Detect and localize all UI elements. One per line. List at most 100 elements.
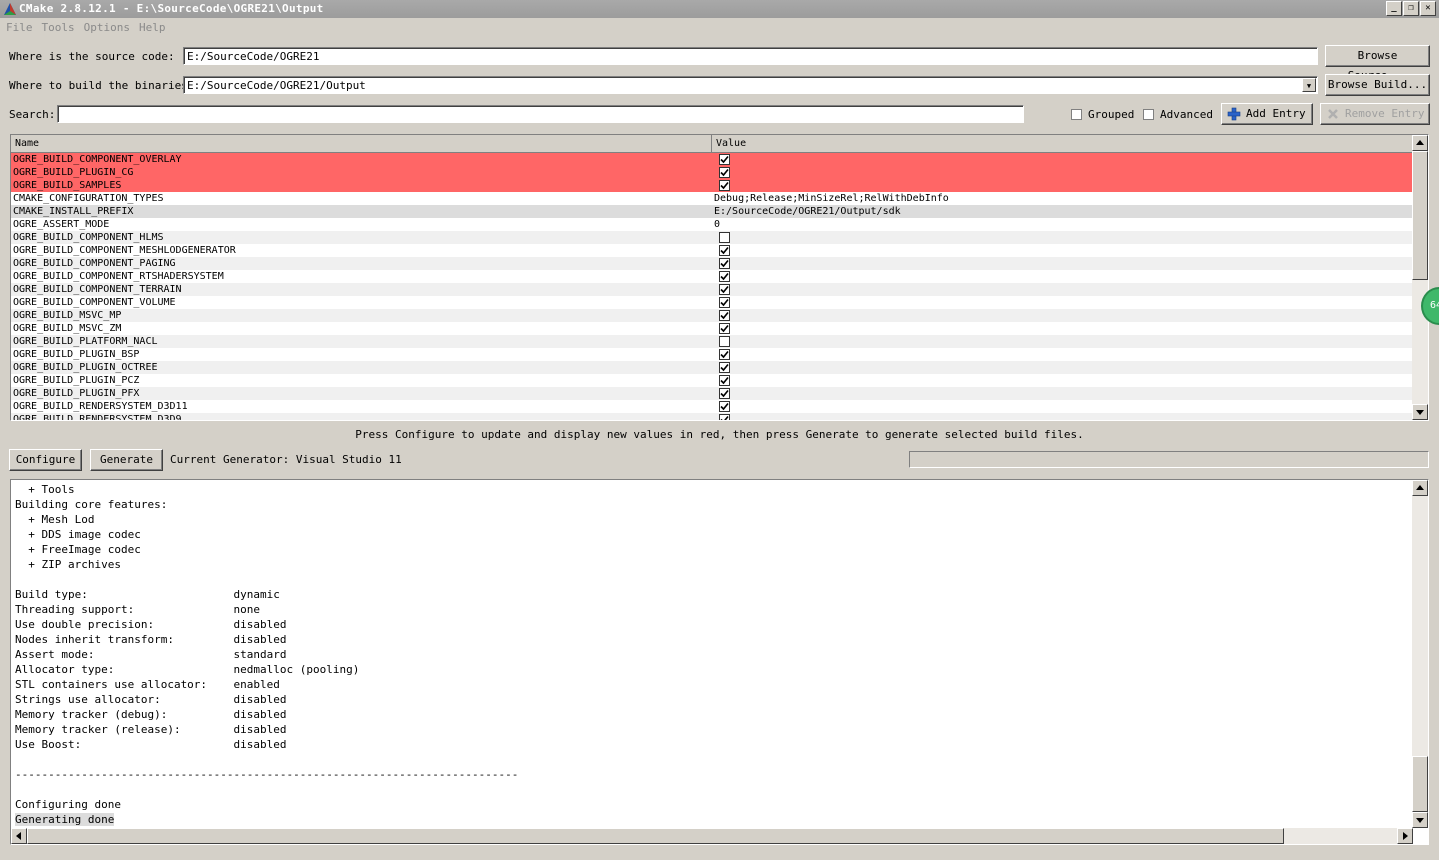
menu-file[interactable]: File bbox=[3, 19, 36, 36]
output-scroll-down-arrow-icon[interactable] bbox=[1412, 812, 1428, 828]
table-row[interactable]: OGRE_BUILD_RENDERSYSTEM_D3D9 bbox=[11, 413, 1413, 421]
output-line-text: Strings use allocator: disabled bbox=[15, 693, 287, 706]
menu-bar: File Tools Options Help bbox=[0, 19, 1439, 36]
output-log[interactable]: + Tools Building core features: + Mesh Lo… bbox=[10, 479, 1429, 845]
browse-source-button[interactable]: Browse Source... bbox=[1325, 45, 1430, 82]
table-row[interactable]: OGRE_BUILD_PLATFORM_NACL bbox=[11, 335, 1413, 348]
close-button[interactable]: ✕ bbox=[1420, 1, 1436, 16]
table-row[interactable]: OGRE_BUILD_RENDERSYSTEM_D3D11 bbox=[11, 400, 1413, 413]
scroll-up-arrow-icon[interactable] bbox=[1412, 135, 1428, 151]
unchecked-checkbox[interactable] bbox=[719, 232, 730, 243]
entry-name: OGRE_BUILD_COMPONENT_HLMS bbox=[13, 232, 164, 243]
checked-checkbox[interactable] bbox=[719, 375, 730, 386]
table-header: Name Value bbox=[11, 135, 1413, 153]
checked-checkbox[interactable] bbox=[719, 180, 730, 191]
output-line: + Tools bbox=[15, 482, 518, 497]
output-line: + FreeImage codec bbox=[15, 542, 518, 557]
table-row[interactable]: OGRE_BUILD_PLUGIN_BSP bbox=[11, 348, 1413, 361]
advanced-checkbox[interactable] bbox=[1143, 109, 1154, 120]
output-scroll-up-arrow-icon[interactable] bbox=[1412, 480, 1428, 496]
table-row[interactable]: OGRE_BUILD_COMPONENT_MESHLODGENERATOR bbox=[11, 244, 1413, 257]
output-line-text: Configuring done bbox=[15, 798, 121, 811]
menu-help[interactable]: Help bbox=[136, 19, 169, 36]
column-header-value[interactable]: Value bbox=[712, 135, 1413, 152]
table-row[interactable]: OGRE_BUILD_COMPONENT_PAGING bbox=[11, 257, 1413, 270]
table-body: OGRE_BUILD_COMPONENT_OVERLAY OGRE_BUILD_P… bbox=[11, 153, 1413, 421]
entry-name: OGRE_BUILD_PLUGIN_CG bbox=[13, 167, 134, 178]
checked-checkbox[interactable] bbox=[719, 388, 730, 399]
minimize-button[interactable]: _ bbox=[1386, 1, 1402, 16]
add-entry-button[interactable]: Add Entry bbox=[1221, 103, 1313, 125]
scroll-right-arrow-icon[interactable] bbox=[1397, 828, 1413, 844]
output-scroll-thumb[interactable] bbox=[1412, 756, 1428, 812]
menu-tools[interactable]: Tools bbox=[39, 19, 78, 36]
chevron-down-icon[interactable]: ▼ bbox=[1302, 78, 1316, 92]
checked-checkbox[interactable] bbox=[719, 310, 730, 321]
output-vertical-scrollbar[interactable] bbox=[1412, 480, 1428, 828]
remove-entry-button[interactable]: Remove Entry bbox=[1320, 103, 1430, 125]
unchecked-checkbox[interactable] bbox=[719, 336, 730, 347]
entry-value[interactable]: E:/SourceCode/OGRE21/Output/sdk bbox=[714, 205, 901, 218]
table-row[interactable]: OGRE_BUILD_COMPONENT_VOLUME bbox=[11, 296, 1413, 309]
restore-button[interactable]: ❐ bbox=[1403, 1, 1419, 16]
table-vertical-scrollbar[interactable] bbox=[1412, 135, 1428, 420]
table-row[interactable]: CMAKE_INSTALL_PREFIX E:/SourceCode/OGRE21… bbox=[11, 205, 1413, 218]
column-header-name[interactable]: Name bbox=[11, 135, 712, 152]
configure-button[interactable]: Configure bbox=[9, 449, 82, 471]
entry-name: OGRE_BUILD_RENDERSYSTEM_D3D9 bbox=[13, 414, 182, 421]
entry-name: OGRE_BUILD_PLATFORM_NACL bbox=[13, 336, 158, 347]
table-row[interactable]: OGRE_ASSERT_MODE 0 bbox=[11, 218, 1413, 231]
scroll-left-arrow-icon[interactable] bbox=[11, 828, 27, 844]
checked-checkbox[interactable] bbox=[719, 154, 730, 165]
checked-checkbox[interactable] bbox=[719, 245, 730, 256]
output-line: Memory tracker (release): disabled bbox=[15, 722, 518, 737]
output-line-text: Allocator type: nedmalloc (pooling) bbox=[15, 663, 360, 676]
output-hscroll-thumb[interactable] bbox=[27, 828, 1284, 844]
table-row[interactable]: OGRE_BUILD_COMPONENT_OVERLAY bbox=[11, 153, 1413, 166]
checked-checkbox[interactable] bbox=[719, 349, 730, 360]
table-scroll-thumb[interactable] bbox=[1412, 151, 1428, 280]
checked-checkbox[interactable] bbox=[719, 362, 730, 373]
table-row[interactable]: OGRE_BUILD_PLUGIN_PCZ bbox=[11, 374, 1413, 387]
search-label: Search: bbox=[9, 108, 56, 121]
source-path-input[interactable]: E:/SourceCode/OGRE21 bbox=[183, 47, 1318, 65]
table-row[interactable]: CMAKE_CONFIGURATION_TYPES Debug;Release;M… bbox=[11, 192, 1413, 205]
browse-build-button[interactable]: Browse Build... bbox=[1325, 74, 1430, 96]
scroll-down-arrow-icon[interactable] bbox=[1412, 404, 1428, 420]
checked-checkbox[interactable] bbox=[719, 167, 730, 178]
output-line-text: + FreeImage codec bbox=[15, 543, 141, 556]
output-line-text: Memory tracker (debug): disabled bbox=[15, 708, 287, 721]
checked-checkbox[interactable] bbox=[719, 271, 730, 282]
entry-name: OGRE_BUILD_MSVC_ZM bbox=[13, 323, 122, 334]
entry-value[interactable]: 0 bbox=[714, 218, 720, 231]
grouped-checkbox[interactable] bbox=[1071, 109, 1082, 120]
checked-checkbox[interactable] bbox=[719, 401, 730, 412]
remove-x-icon bbox=[1328, 109, 1338, 119]
output-horizontal-scrollbar[interactable] bbox=[11, 828, 1413, 844]
generate-button[interactable]: Generate bbox=[90, 449, 163, 471]
checked-checkbox[interactable] bbox=[719, 297, 730, 308]
table-row[interactable]: OGRE_BUILD_PLUGIN_PFX bbox=[11, 387, 1413, 400]
entry-value[interactable]: Debug;Release;MinSizeRel;RelWithDebInfo bbox=[714, 192, 949, 205]
table-row[interactable]: OGRE_BUILD_PLUGIN_CG bbox=[11, 166, 1413, 179]
checked-checkbox[interactable] bbox=[719, 414, 730, 420]
table-row[interactable]: OGRE_BUILD_MSVC_MP bbox=[11, 309, 1413, 322]
checked-checkbox[interactable] bbox=[719, 323, 730, 334]
table-row[interactable]: OGRE_BUILD_COMPONENT_HLMS bbox=[11, 231, 1413, 244]
checked-checkbox[interactable] bbox=[719, 284, 730, 295]
output-line: ----------------------------------------… bbox=[15, 767, 518, 782]
table-row[interactable]: OGRE_BUILD_PLUGIN_OCTREE bbox=[11, 361, 1413, 374]
menu-options[interactable]: Options bbox=[81, 19, 133, 36]
table-row[interactable]: OGRE_BUILD_COMPONENT_RTSHADERSYSTEM bbox=[11, 270, 1413, 283]
table-row[interactable]: OGRE_BUILD_SAMPLES bbox=[11, 179, 1413, 192]
build-path-combobox[interactable]: E:/SourceCode/OGRE21/Output ▼ bbox=[183, 76, 1318, 94]
output-line-text: STL containers use allocator: enabled bbox=[15, 678, 280, 691]
checked-checkbox[interactable] bbox=[719, 258, 730, 269]
output-text: + Tools Building core features: + Mesh Lo… bbox=[15, 482, 518, 827]
table-row[interactable]: OGRE_BUILD_COMPONENT_TERRAIN bbox=[11, 283, 1413, 296]
search-input[interactable] bbox=[57, 105, 1024, 123]
entry-name: OGRE_BUILD_RENDERSYSTEM_D3D11 bbox=[13, 401, 188, 412]
table-row[interactable]: OGRE_BUILD_MSVC_ZM bbox=[11, 322, 1413, 335]
output-line-text: + ZIP archives bbox=[15, 558, 121, 571]
